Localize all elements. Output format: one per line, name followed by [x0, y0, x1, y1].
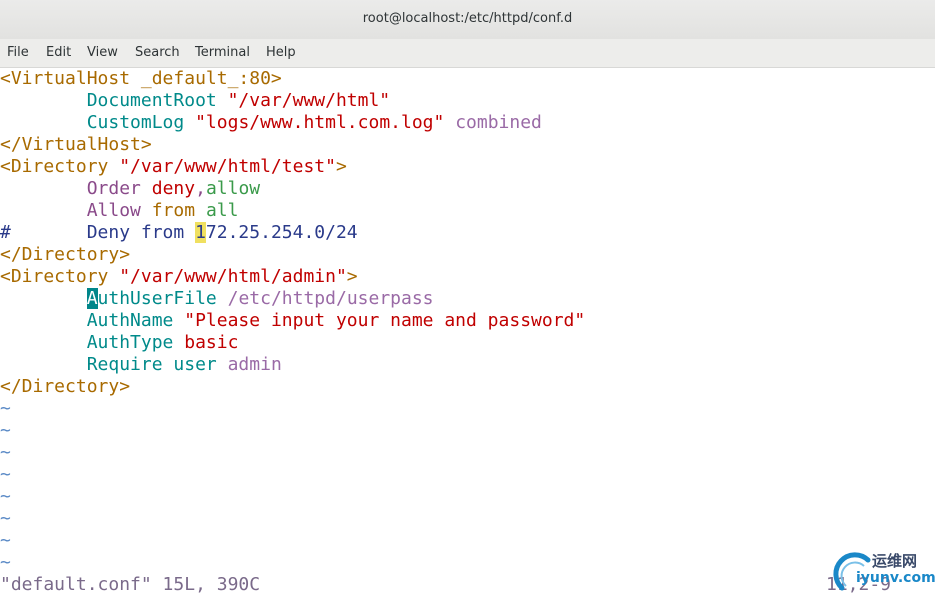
empty-line-tilde: ~ [0, 398, 11, 419]
vim-status-line: "default.conf" 15L, 390C [0, 574, 261, 595]
menu-terminal[interactable]: Terminal [195, 45, 250, 60]
code-line-2: DocumentRoot "/var/www/html" [86, 90, 391, 111]
code-line-10: <Directory "/var/www/html/admin"> [0, 266, 358, 287]
window-titlebar: root@localhost:/etc/httpd/conf.d [0, 0, 935, 39]
code-line-1: <VirtualHost _default_:80> [0, 68, 282, 89]
watermark-cn: 运维网 [872, 552, 918, 570]
empty-line-tilde: ~ [0, 552, 11, 573]
code-line-4: </VirtualHost> [0, 134, 152, 155]
terminal-editor[interactable]: <VirtualHost _default_:80> DocumentRoot … [0, 68, 935, 596]
empty-line-tilde: ~ [0, 486, 11, 507]
menu-file[interactable]: File [7, 45, 29, 60]
empty-line-tilde: ~ [0, 420, 11, 441]
site-watermark: 运维网 iyunv.com [832, 548, 935, 594]
code-line-7: Allow from all [86, 200, 239, 221]
empty-line-tilde: ~ [0, 508, 11, 529]
empty-line-tilde: ~ [0, 464, 11, 485]
code-line-9: </Directory> [0, 244, 131, 265]
text-cursor: A [86, 288, 98, 309]
watermark-en: iyunv.com [856, 570, 935, 586]
empty-line-tilde: ~ [0, 530, 11, 551]
menu-bar: File Edit View Search Terminal Help [0, 39, 935, 68]
code-line-12: AuthName "Please input your name and pas… [86, 310, 586, 331]
code-line-14: Require user admin [86, 354, 282, 375]
empty-line-tilde: ~ [0, 442, 11, 463]
code-line-3: CustomLog "logs/www.html.com.log" combin… [86, 112, 542, 133]
code-line-5: <Directory "/var/www/html/test"> [0, 156, 347, 177]
code-line-15: </Directory> [0, 376, 131, 397]
menu-search[interactable]: Search [135, 45, 180, 60]
code-line-8: # Deny from 172.25.254.0/24 [0, 222, 358, 243]
code-line-13: AuthType basic [86, 332, 239, 353]
code-line-6: Order deny,allow [86, 178, 261, 199]
menu-view[interactable]: View [87, 45, 118, 60]
code-line-11: AuthUserFile /etc/httpd/userpass [86, 288, 434, 309]
window-title: root@localhost:/etc/httpd/conf.d [362, 11, 573, 26]
menu-help[interactable]: Help [266, 45, 296, 60]
menu-edit[interactable]: Edit [46, 45, 71, 60]
